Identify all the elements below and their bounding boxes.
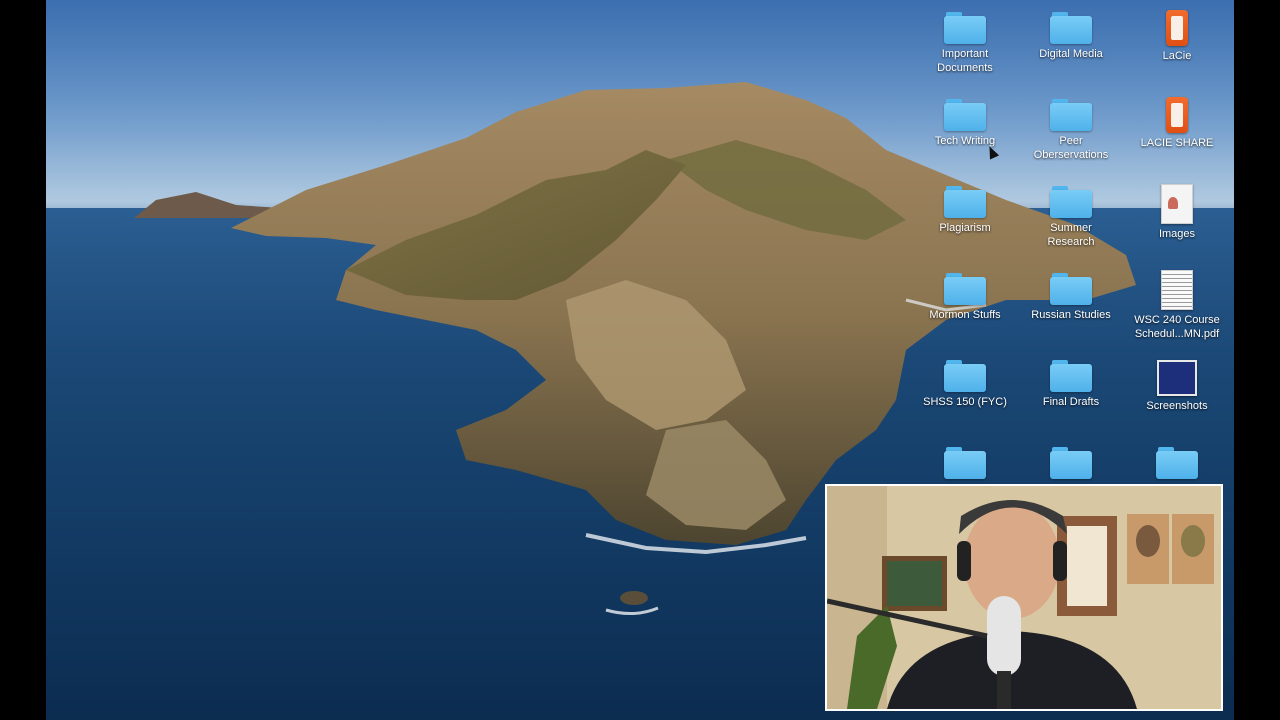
icon-label: Plagiarism xyxy=(939,222,991,234)
folder-icon xyxy=(1050,273,1092,305)
icon-label: LaCie xyxy=(1162,50,1192,62)
folder-icon xyxy=(944,99,986,131)
file-images[interactable]: Images xyxy=(1127,184,1227,241)
icon-label: Screenshots xyxy=(1146,400,1208,412)
folder-mormon-stuffs[interactable]: Mormon Stuffs xyxy=(915,273,1015,322)
icon-label: Digital Media xyxy=(1039,48,1103,60)
icon-label: Summer Research xyxy=(1047,222,1095,248)
icon-label: Important Documents xyxy=(937,48,993,74)
folder-icon xyxy=(944,273,986,305)
external-drive-icon xyxy=(1166,10,1188,46)
screenshot-thumbnail-icon xyxy=(1157,360,1197,396)
folder-icon xyxy=(1050,99,1092,131)
icon-label: Mormon Stuffs xyxy=(929,309,1001,321)
folder-plagiarism[interactable]: Plagiarism xyxy=(915,186,1015,235)
folder-icon xyxy=(944,360,986,392)
icon-label: Russian Studies xyxy=(1031,309,1111,321)
file-wsc-240-pdf[interactable]: WSC 240 Course Schedul...MN.pdf xyxy=(1127,270,1227,341)
pdf-document-icon xyxy=(1161,270,1193,310)
icon-label: Images xyxy=(1158,228,1196,240)
folder-final-drafts[interactable]: Final Drafts xyxy=(1021,360,1121,409)
folder-icon xyxy=(1050,447,1092,479)
folder-tech-writing[interactable]: Tech Writing xyxy=(915,99,1015,148)
folder-unlabeled-2[interactable] xyxy=(1021,447,1121,479)
folder-shss-150[interactable]: SHSS 150 (FYC) xyxy=(915,360,1015,409)
external-drive-icon xyxy=(1166,97,1188,133)
folder-icon xyxy=(1050,360,1092,392)
folder-digital-media[interactable]: Digital Media xyxy=(1021,12,1121,61)
drive-lacie[interactable]: LaCie xyxy=(1127,10,1227,63)
folder-icon xyxy=(1156,447,1198,479)
icon-label: SHSS 150 (FYC) xyxy=(923,396,1007,408)
folder-russian-studies[interactable]: Russian Studies xyxy=(1021,273,1121,322)
icon-label: Final Drafts xyxy=(1042,396,1100,408)
webcam-overlay xyxy=(825,484,1223,711)
folder-unlabeled-1[interactable] xyxy=(915,447,1015,479)
folder-icon xyxy=(1050,186,1092,218)
folder-icon xyxy=(944,447,986,479)
folder-unlabeled-3[interactable] xyxy=(1127,447,1227,479)
icon-label: Tech Writing xyxy=(934,135,996,147)
folder-icon xyxy=(944,12,986,44)
folder-screenshots[interactable]: Screenshots xyxy=(1127,360,1227,413)
folder-peer-oberservations[interactable]: Peer Oberservations xyxy=(1021,99,1121,162)
image-document-icon xyxy=(1161,184,1193,224)
webcam-scene xyxy=(827,486,1221,709)
icon-label: LACIE SHARE xyxy=(1140,137,1214,149)
icon-label: WSC 240 Course Schedul...MN.pdf xyxy=(1134,314,1220,340)
drive-lacie-share[interactable]: LACIE SHARE xyxy=(1127,97,1227,150)
icon-label: Peer Oberservations xyxy=(1033,135,1109,161)
folder-summer-research[interactable]: Summer Research xyxy=(1021,186,1121,249)
folder-important-documents[interactable]: Important Documents xyxy=(915,12,1015,75)
folder-icon xyxy=(944,186,986,218)
folder-icon xyxy=(1050,12,1092,44)
